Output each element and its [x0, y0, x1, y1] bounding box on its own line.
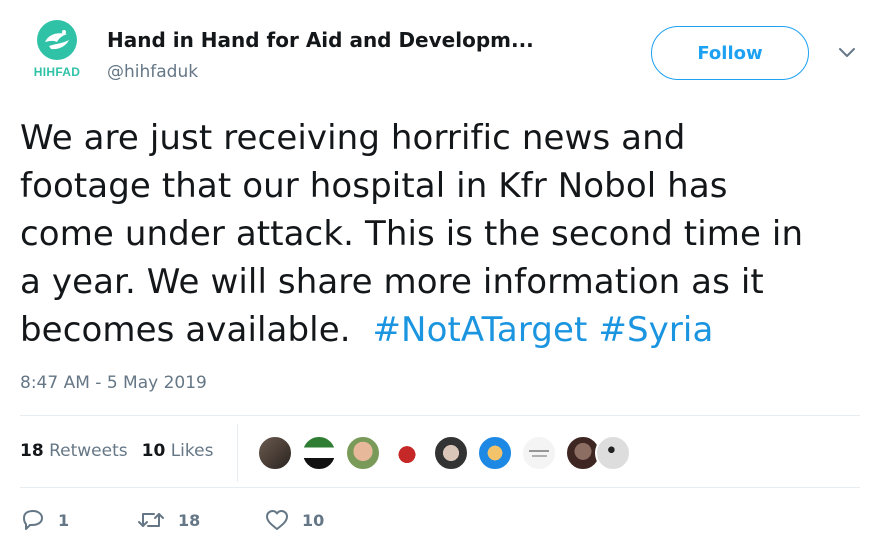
stats-separator — [237, 424, 238, 482]
tweet-line: a year. We will share more information a… — [20, 262, 764, 302]
retweet-count: 18 — [178, 510, 201, 530]
retweet-icon — [138, 513, 164, 527]
likes-count: 10 — [141, 441, 166, 461]
tweet-line-last: becomes available. #NotATarget #Syria — [20, 306, 880, 354]
retweets-count: 18 — [20, 441, 44, 461]
chevron-down-icon[interactable] — [838, 47, 856, 59]
retweets-stat[interactable]: 18 Retweets — [20, 441, 128, 461]
liker-avatar[interactable] — [389, 435, 425, 471]
dove-hands-icon — [37, 20, 77, 60]
engagement-stats: 18 Retweets 10 Likes — [20, 441, 213, 461]
tweet-text: We are just receiving horrific news and … — [20, 114, 880, 354]
liker-avatar[interactable] — [345, 435, 381, 471]
like-button[interactable]: 10 — [264, 508, 324, 532]
liker-avatar[interactable] — [301, 435, 337, 471]
account-handle[interactable]: @hihfaduk — [107, 62, 198, 82]
liker-avatar[interactable] — [477, 435, 513, 471]
liker-avatar[interactable] — [595, 435, 631, 471]
follow-button[interactable]: Follow — [651, 26, 809, 80]
tweet-header: HIHFAD Hand in Hand for Aid and Developm… — [0, 0, 896, 100]
tweet-line-text: becomes available. — [20, 310, 351, 350]
tweet-timestamp[interactable]: 8:47 AM - 5 May 2019 — [20, 373, 207, 393]
account-avatar[interactable]: HIHFAD — [29, 20, 89, 82]
divider — [20, 415, 860, 416]
like-count: 10 — [302, 510, 325, 530]
reply-count: 1 — [58, 510, 70, 530]
reply-icon — [23, 510, 43, 530]
likes-stat[interactable]: 10 Likes — [142, 441, 214, 461]
tweet-line: come under attack. This is the second ti… — [20, 214, 804, 254]
liker-avatar[interactable] — [521, 435, 557, 471]
heart-icon — [266, 510, 288, 530]
hashtag-link[interactable]: #NotATarget — [372, 310, 587, 350]
tweet-line: We are just receiving horrific news and — [20, 118, 686, 158]
liker-avatar[interactable] — [433, 435, 469, 471]
retweet-button[interactable]: 18 — [136, 508, 200, 532]
tweet-line: footage that our hospital in Kfr Nobol h… — [20, 166, 728, 206]
hashtag-link[interactable]: #Syria — [598, 310, 713, 350]
reply-button[interactable]: 1 — [20, 508, 69, 532]
logo-text: HIHFAD — [33, 65, 81, 79]
retweets-label: Retweets — [49, 441, 128, 461]
tweet-actions: 1 18 10 — [20, 508, 880, 538]
liker-avatar[interactable] — [257, 435, 293, 471]
divider — [20, 487, 860, 488]
account-display-name[interactable]: Hand in Hand for Aid and Developm... — [107, 28, 534, 52]
likes-label: Likes — [170, 441, 214, 461]
